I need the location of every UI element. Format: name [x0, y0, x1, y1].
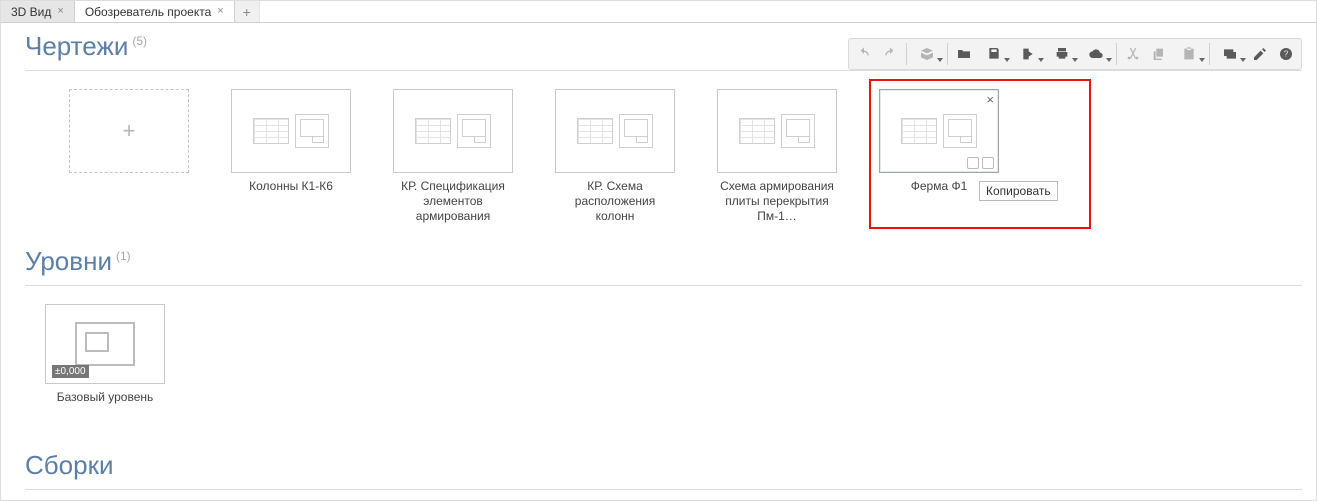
add-drawing-card[interactable]: + — [69, 89, 189, 211]
drawing-card[interactable]: Колонны К1-К6 — [231, 89, 351, 211]
drawing-thumbnail — [555, 89, 675, 173]
tabstrip-filler — [259, 1, 1316, 22]
card-label: Базовый уровень — [57, 390, 154, 422]
section-count: (5) — [132, 34, 147, 48]
section-assemblies-header: Сборки — [25, 450, 1302, 489]
box-dropdown-button[interactable] — [910, 41, 944, 67]
toolbar-separator — [906, 43, 907, 65]
card-label: Ферма Ф1 — [911, 179, 968, 211]
level-elevation-tag: ±0,000 — [52, 365, 89, 378]
toolbar-separator — [1209, 43, 1210, 65]
section-title-text: Чертежи — [25, 31, 128, 62]
settings-button[interactable] — [1247, 41, 1273, 67]
levels-grid: ±0,000 Базовый уровень — [1, 286, 1316, 432]
svg-text:?: ? — [1284, 50, 1289, 59]
close-icon[interactable]: × — [986, 92, 994, 107]
redo-button[interactable] — [877, 41, 903, 67]
cloud-dropdown-button[interactable] — [1079, 41, 1113, 67]
help-button[interactable]: ? — [1273, 41, 1299, 67]
tab-3d-view[interactable]: 3D Вид × — [1, 1, 75, 22]
thumb-action-icons — [967, 157, 994, 169]
tab-add-button[interactable]: + — [235, 1, 259, 22]
drawing-card-selected[interactable]: × Ферма Ф1 Копировать — [879, 89, 999, 211]
section-title-text: Уровни — [25, 246, 112, 277]
tab-strip: 3D Вид × Обозреватель проекта × + — [1, 1, 1316, 23]
drawing-thumbnail — [393, 89, 513, 173]
section-title-text: Сборки — [25, 450, 114, 481]
card-label: Схема армирования плиты перекрытия Пм-1… — [717, 179, 837, 224]
plan-icon — [75, 322, 135, 366]
section-drawings-header: Чертежи (5) — [25, 31, 848, 70]
section-levels-header: Уровни (1) — [25, 246, 1302, 285]
paste-dropdown-button[interactable] — [1172, 41, 1206, 67]
copy-button[interactable] — [1146, 41, 1172, 67]
drawings-grid: + Колонны К1-К6 КР. Спецификация элемент… — [1, 71, 1316, 234]
undo-button[interactable] — [851, 41, 877, 67]
cut-button[interactable] — [1120, 41, 1146, 67]
section-divider — [25, 489, 1302, 490]
drawing-thumbnail — [231, 89, 351, 173]
card-label: КР. Схема расположения колонн — [555, 179, 675, 224]
close-icon[interactable]: × — [57, 6, 63, 17]
drawing-thumbnail: × — [879, 89, 999, 173]
toolbar-separator — [947, 43, 948, 65]
card-label: КР. Спецификация элементов армирования — [393, 179, 513, 224]
tab-label: Обозреватель проекта — [85, 5, 211, 19]
drawing-card[interactable]: Схема армирования плиты перекрытия Пм-1… — [717, 89, 837, 224]
edit-mini-icon[interactable] — [982, 157, 994, 169]
copy-mini-icon[interactable] — [967, 157, 979, 169]
section-count: (1) — [116, 249, 131, 263]
plus-icon: + — [123, 118, 136, 144]
toolbar: ? — [848, 38, 1302, 70]
drawing-thumbnail — [717, 89, 837, 173]
tab-label: 3D Вид — [11, 5, 51, 19]
print-dropdown-button[interactable] — [1045, 41, 1079, 67]
tab-project-browser[interactable]: Обозреватель проекта × — [75, 1, 235, 22]
drawing-card[interactable]: КР. Схема расположения колонн — [555, 89, 675, 224]
toolbar-separator — [1116, 43, 1117, 65]
drawing-card[interactable]: КР. Спецификация элементов армирования — [393, 89, 513, 224]
level-card[interactable]: ±0,000 Базовый уровень — [45, 304, 165, 422]
plus-icon: + — [243, 4, 251, 20]
close-icon[interactable]: × — [217, 6, 223, 17]
export-dropdown-button[interactable] — [1011, 41, 1045, 67]
tooltip-copy: Копировать — [979, 181, 1058, 201]
save-dropdown-button[interactable] — [977, 41, 1011, 67]
card-label: Колонны К1-К6 — [249, 179, 333, 211]
window-dropdown-button[interactable] — [1213, 41, 1247, 67]
open-button[interactable] — [951, 41, 977, 67]
level-thumbnail: ±0,000 — [45, 304, 165, 384]
